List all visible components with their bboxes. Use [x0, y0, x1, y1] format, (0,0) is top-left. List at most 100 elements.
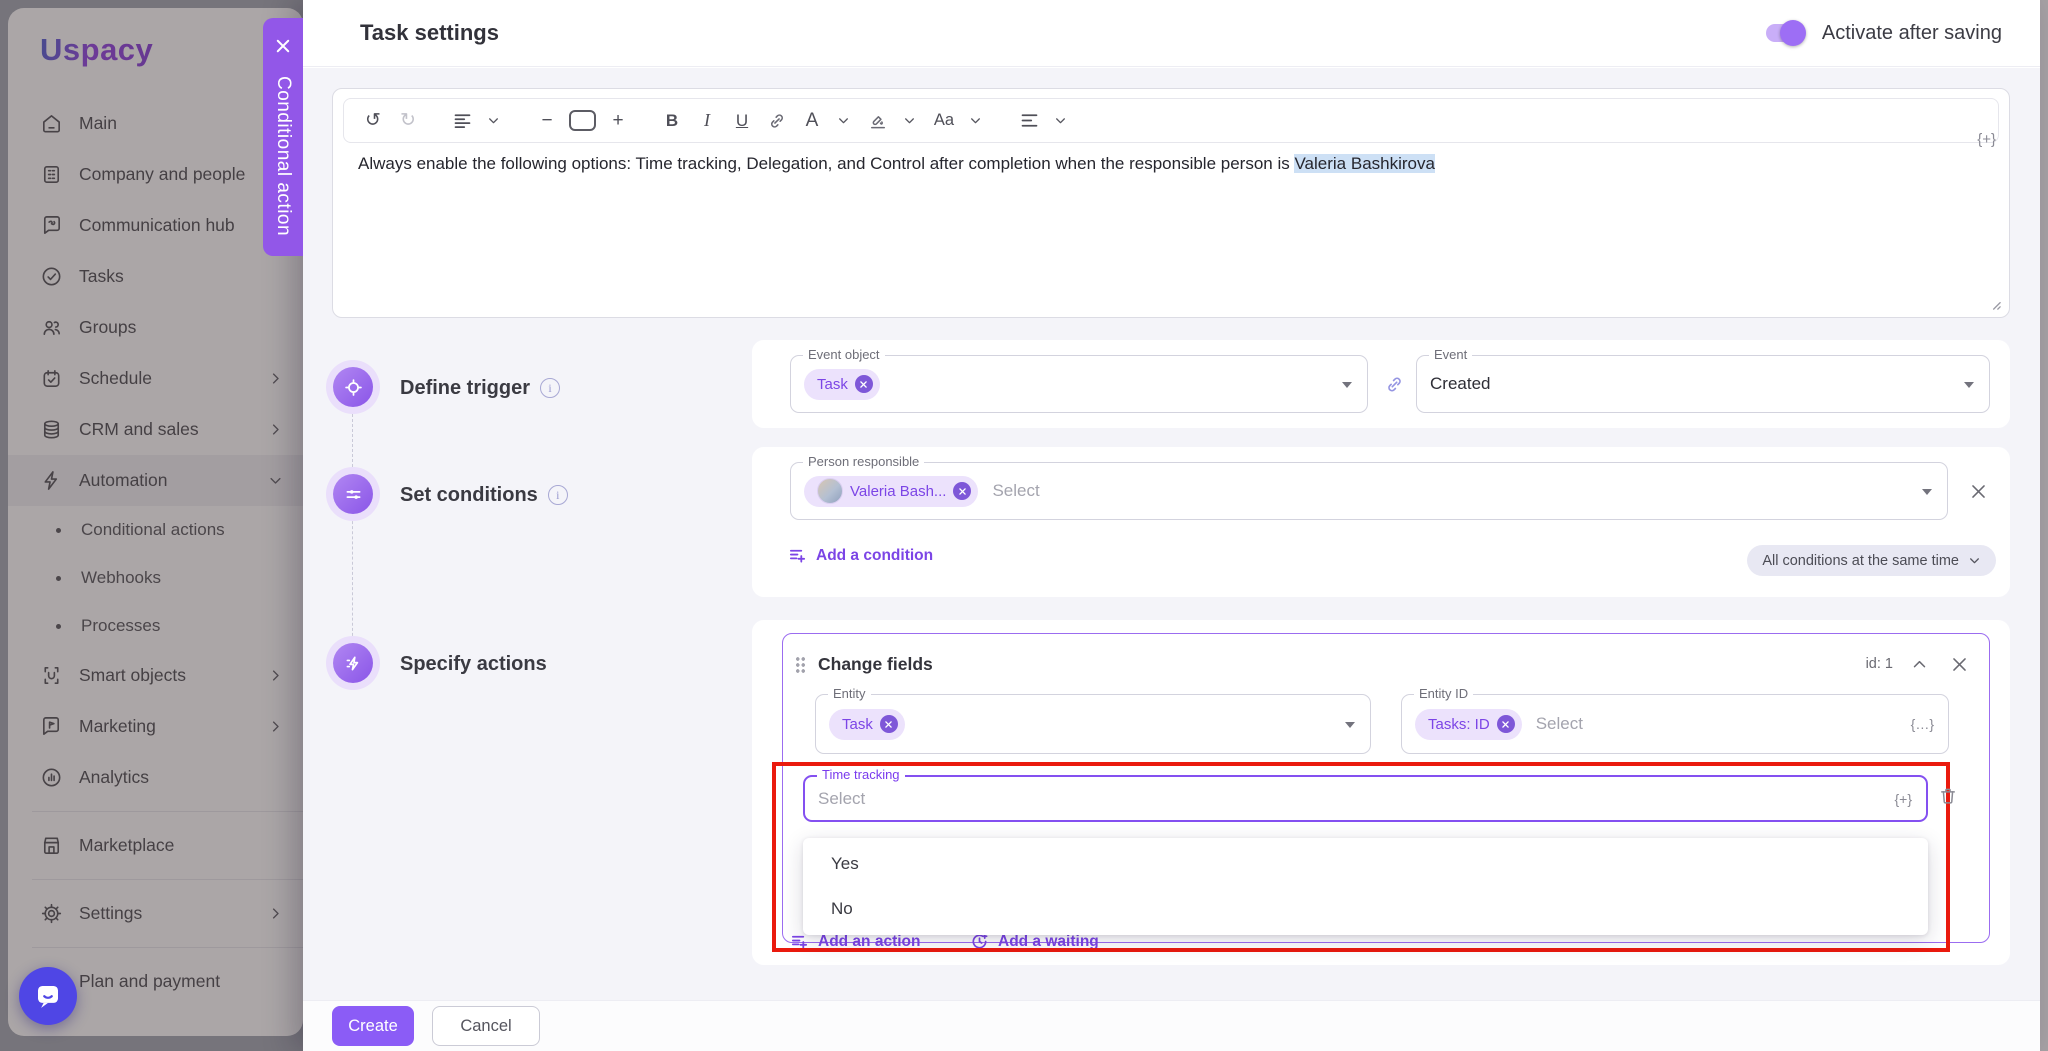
time-tracking-select[interactable]: Time tracking Select {+}: [803, 775, 1928, 822]
undo-icon[interactable]: ↺: [360, 106, 386, 136]
event-object-chip: Task: [804, 369, 880, 400]
add-action-label: Add an action: [818, 933, 920, 951]
link-fields-icon[interactable]: [1380, 370, 1408, 398]
close-icon[interactable]: [269, 32, 297, 60]
chip-label: Valeria Bash...: [850, 483, 946, 500]
add-waiting-label: Add a waiting: [998, 933, 1099, 951]
chip-label: Tasks: ID: [1428, 716, 1490, 733]
highlight-color-icon[interactable]: [865, 106, 891, 136]
variable-token-button[interactable]: {+}: [1894, 791, 1912, 807]
remove-chip-icon[interactable]: [1497, 715, 1515, 733]
person-chip: Valeria Bash...: [804, 476, 978, 507]
editor-text: Always enable the following options: Tim…: [358, 154, 1294, 173]
select-placeholder: Select: [992, 481, 1039, 501]
chevron-down-icon: [1968, 554, 1981, 567]
resize-handle-icon[interactable]: [1989, 298, 2002, 311]
drawer-header: Task settings Activate after saving: [303, 0, 2040, 67]
trigger-card: Event object Task Event Created: [752, 340, 2010, 428]
editor-text-area[interactable]: Always enable the following options: Tim…: [333, 143, 2009, 177]
toggle-thumb: [1780, 20, 1806, 46]
chat-bubble-icon: [33, 981, 63, 1011]
chevron-down-icon[interactable]: [830, 106, 856, 136]
actions-section-title: Specify actions: [400, 653, 547, 676]
page-title: Task settings: [360, 20, 499, 46]
dropdown-option-yes[interactable]: Yes: [803, 841, 1928, 886]
support-chat-button[interactable]: [19, 967, 77, 1025]
editor-selected-text: Valeria Bashkirova: [1294, 154, 1434, 173]
info-icon[interactable]: i: [548, 485, 568, 505]
chevron-down-icon[interactable]: [962, 106, 988, 136]
select-caret-icon: [1342, 382, 1352, 388]
person-responsible-select[interactable]: Person responsible Valeria Bash... Selec…: [790, 462, 1948, 520]
event-select[interactable]: Event Created: [1416, 355, 1990, 413]
cancel-button[interactable]: Cancel: [432, 1006, 540, 1046]
entity-id-select[interactable]: Entity ID Tasks: ID Select {…}: [1401, 694, 1949, 754]
font-size-box-icon[interactable]: [569, 106, 596, 136]
drawer-body: ↺ ↻ − + B I U A Aa: [303, 68, 2040, 1000]
chevron-down-icon[interactable]: [896, 106, 922, 136]
conditions-mode-label: All conditions at the same time: [1762, 553, 1959, 569]
actions-step-icon: [333, 643, 373, 683]
task-settings-drawer: Conditional action Task settings Activat…: [303, 0, 2040, 1051]
add-condition-button[interactable]: Add a condition: [788, 546, 933, 565]
add-condition-label: Add a condition: [816, 547, 933, 565]
conditions-card: Person responsible Valeria Bash... Selec…: [752, 447, 2010, 597]
collapse-panel-icon[interactable]: [1905, 650, 1933, 678]
italic-icon[interactable]: I: [694, 106, 720, 136]
event-value: Created: [1430, 374, 1490, 394]
editor-toolbar: ↺ ↻ − + B I U A Aa: [343, 98, 1999, 143]
select-placeholder: Select: [1536, 714, 1583, 734]
toggle-label: Activate after saving: [1822, 22, 2002, 45]
drawer-footer: Create Cancel: [303, 1000, 2040, 1051]
bold-icon[interactable]: B: [659, 106, 685, 136]
increase-font-icon[interactable]: +: [605, 106, 631, 136]
dropdown-option-no[interactable]: No: [803, 886, 1928, 931]
line-height-icon[interactable]: [449, 106, 475, 136]
select-placeholder: Select: [818, 789, 865, 809]
entity-id-chip: Tasks: ID: [1415, 709, 1522, 740]
underline-icon[interactable]: U: [729, 106, 755, 136]
create-button[interactable]: Create: [332, 1006, 414, 1046]
remove-chip-icon[interactable]: [880, 715, 898, 733]
drag-handle-icon[interactable]: [795, 656, 806, 673]
entity-select[interactable]: Entity Task: [815, 694, 1371, 754]
step-connector: [352, 516, 353, 641]
conditions-step-icon: [333, 474, 373, 514]
insert-variable-button[interactable]: {+}: [1977, 131, 1996, 148]
link-icon[interactable]: [764, 106, 790, 136]
chevron-down-icon[interactable]: [480, 106, 506, 136]
remove-chip-icon[interactable]: [855, 375, 873, 393]
select-caret-icon: [1964, 382, 1974, 388]
remove-chip-icon[interactable]: [953, 482, 971, 500]
font-color-icon[interactable]: A: [799, 106, 825, 136]
event-object-select[interactable]: Event object Task: [790, 355, 1368, 413]
activate-after-saving-toggle[interactable]: [1766, 23, 1804, 43]
chip-label: Task: [842, 716, 873, 733]
remove-condition-icon[interactable]: [1964, 477, 1992, 505]
description-editor: ↺ ↻ − + B I U A Aa: [332, 88, 2010, 318]
remove-action-icon[interactable]: [1945, 650, 1973, 678]
variable-token-button[interactable]: {…}: [1911, 716, 1934, 732]
actions-card: Change fields id: 1 Entity Task: [752, 620, 2010, 965]
conditional-action-tab-label: Conditional action: [272, 76, 294, 236]
trash-icon[interactable]: [1938, 786, 1958, 806]
trigger-step-icon: [333, 367, 373, 407]
conditional-action-tab: Conditional action: [263, 18, 303, 256]
change-fields-title: Change fields: [818, 654, 933, 675]
chevron-down-icon[interactable]: [1047, 106, 1073, 136]
decrease-font-icon[interactable]: −: [534, 106, 560, 136]
chip-label: Task: [817, 376, 848, 393]
select-caret-icon: [1345, 722, 1355, 728]
align-left-icon[interactable]: [1016, 106, 1042, 136]
info-icon[interactable]: i: [540, 378, 560, 398]
action-id-badge: id: 1: [1866, 656, 1893, 672]
text-style-icon[interactable]: Aa: [931, 106, 957, 136]
avatar: [817, 478, 843, 504]
trigger-section-title: Define trigger: [400, 377, 530, 400]
step-connector: [352, 409, 353, 472]
entity-chip: Task: [829, 709, 905, 740]
list-plus-icon: [790, 932, 809, 951]
conditions-mode-selector[interactable]: All conditions at the same time: [1747, 545, 1996, 576]
redo-icon[interactable]: ↻: [395, 106, 421, 136]
list-plus-icon: [788, 546, 807, 565]
